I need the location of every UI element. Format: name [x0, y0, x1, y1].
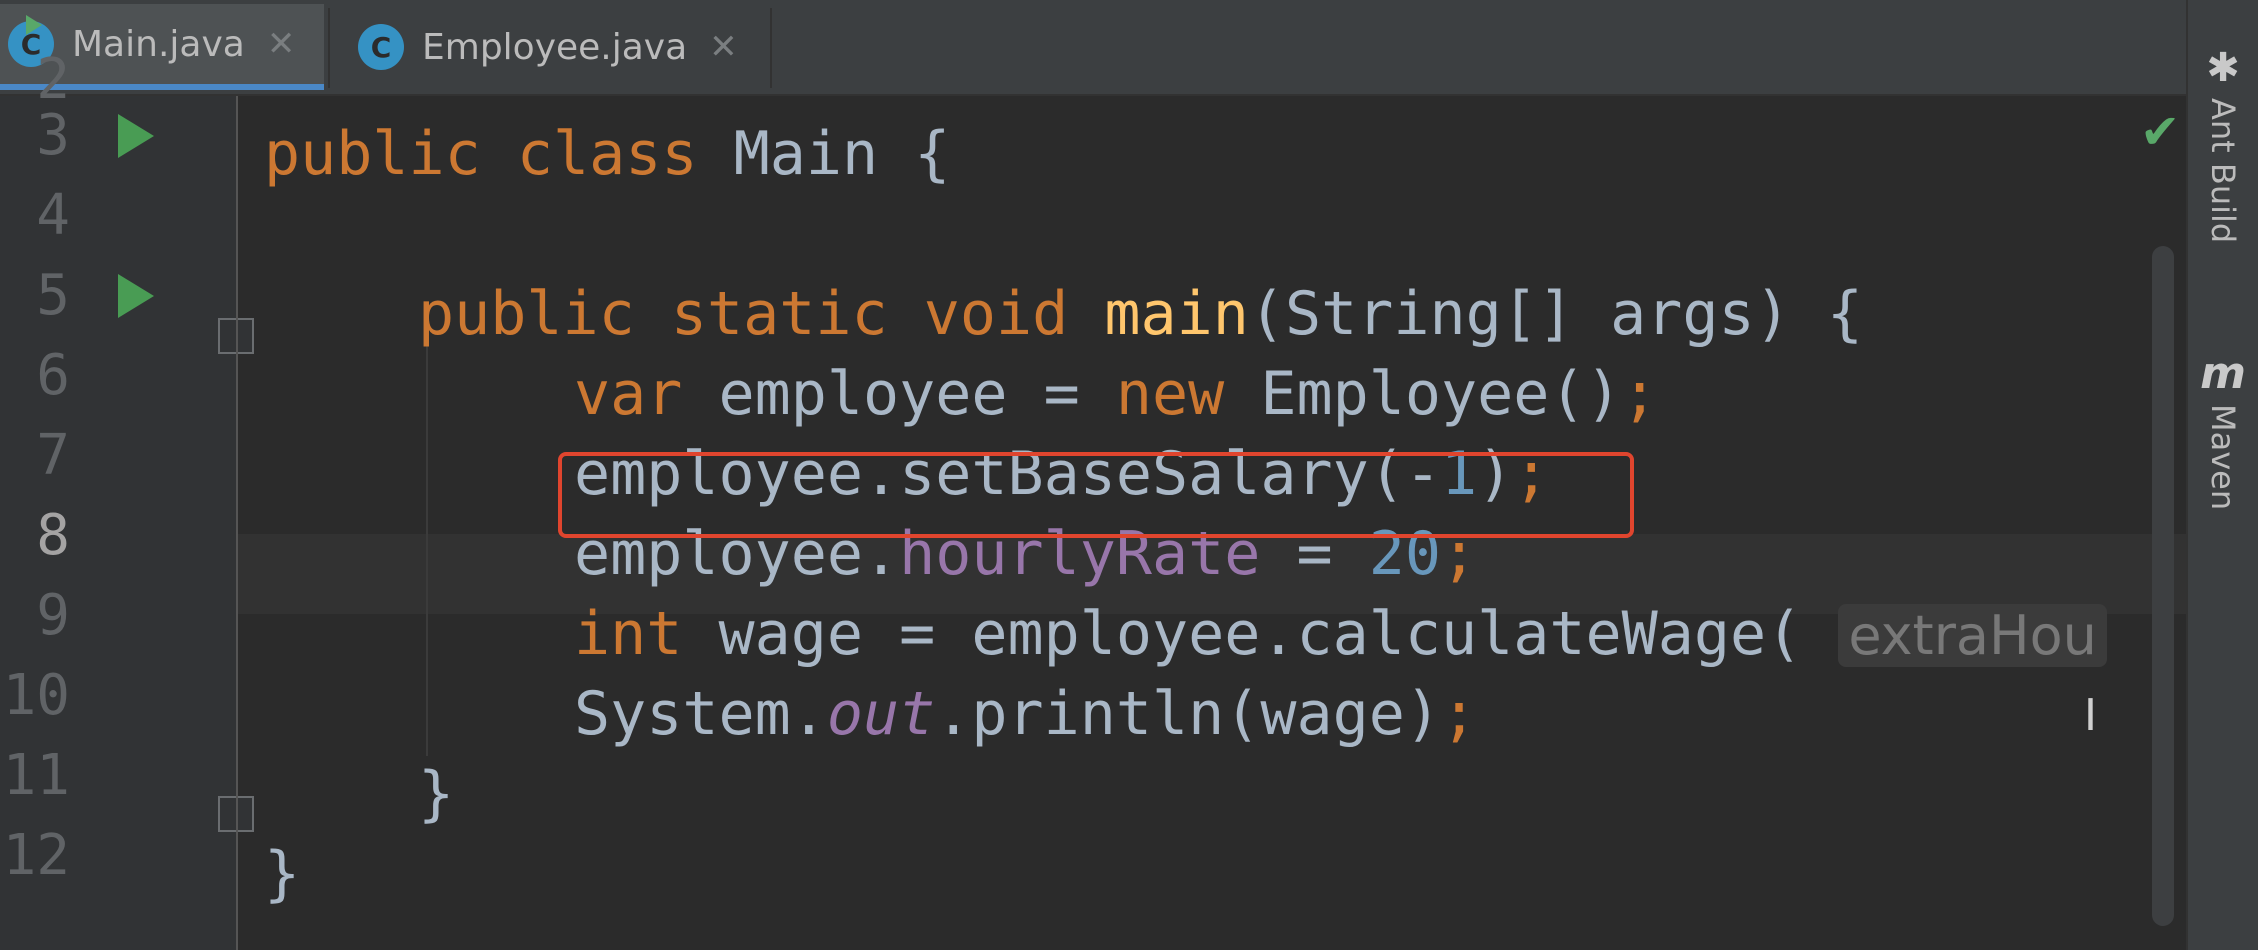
line-number: 9: [36, 583, 70, 648]
line-number: 11: [2, 743, 70, 808]
code-token: employee =: [718, 359, 1116, 429]
editor-tab-bar: C Main.java ✕ C Employee.java ✕: [0, 0, 2186, 96]
tab-divider: [328, 8, 330, 88]
analysis-ok-icon[interactable]: ✔: [2140, 104, 2180, 160]
close-icon[interactable]: ✕: [267, 24, 296, 64]
code-token: .println(wage): [935, 679, 1441, 749]
line-number: 12: [2, 823, 70, 888]
code-line-9: int wage = employee.calculateWage( extra…: [574, 594, 2107, 676]
line-number: 7: [36, 423, 70, 488]
close-icon[interactable]: ✕: [709, 27, 738, 67]
line-number: 6: [36, 343, 70, 408]
code-token: int: [574, 599, 719, 669]
code-token: System.: [574, 679, 827, 749]
vertical-scrollbar[interactable]: [2152, 246, 2174, 926]
line-number-current: 8: [36, 503, 70, 568]
code-token: Employee(): [1260, 359, 1622, 429]
code-token: }: [418, 759, 455, 829]
code-line-11: }: [418, 754, 454, 834]
code-token: main: [1104, 279, 1249, 349]
code-token: new: [1115, 359, 1261, 429]
code-token: wage = employee.calculateWage(: [718, 599, 1839, 669]
code-token: ;: [1440, 679, 1478, 749]
code-line-6: var employee = new Employee();: [574, 354, 1658, 434]
ant-icon: ✱: [2206, 45, 2240, 91]
maven-icon: m: [2200, 348, 2246, 399]
code-line-5: public static void main(String[] args) {: [418, 274, 1863, 354]
code-line-12: }: [264, 834, 300, 914]
code-line-10: System.out.println(wage);: [574, 674, 1477, 754]
run-badge-icon: [26, 15, 42, 35]
code-editor[interactable]: public class Main { public static void m…: [238, 96, 2186, 950]
annotation-highlight-box: [558, 452, 1634, 538]
run-class-icon[interactable]: [118, 114, 154, 158]
tab-employee-java[interactable]: C Employee.java ✕: [350, 4, 770, 90]
code-token: Main {: [733, 119, 951, 189]
line-number: 4: [36, 183, 70, 248]
ide-window: C Main.java ✕ C Employee.java ✕ 2 3 4 5 …: [0, 0, 2258, 950]
tool-label: Maven: [2204, 404, 2242, 511]
line-number: 5: [36, 263, 70, 328]
code-token: (String[] args) {: [1248, 279, 1863, 349]
java-class-icon: C: [358, 24, 404, 70]
editor-gutter: 2 3 4 5 6 7 8 9 10 11 12: [0, 47, 254, 950]
tab-label: Employee.java: [422, 26, 688, 68]
code-token: var: [574, 359, 719, 429]
run-main-icon[interactable]: [118, 274, 154, 318]
right-tool-strip: ✱ Ant Build m Maven: [2186, 0, 2258, 950]
indent-guide: [426, 316, 428, 756]
ant-build-tool-button[interactable]: ✱ Ant Build: [2188, 44, 2258, 243]
maven-tool-button[interactable]: m Maven: [2188, 348, 2258, 511]
code-token: public class: [264, 119, 734, 189]
tool-label: Ant Build: [2204, 98, 2242, 244]
code-token: public static void: [418, 279, 1105, 349]
text-cursor-icon: I: [2084, 690, 2097, 741]
tab-label: Main.java: [72, 23, 245, 65]
code-token: }: [264, 839, 301, 909]
line-number: 3: [36, 103, 70, 168]
line-number: 10: [2, 663, 70, 728]
code-line-3: public class Main {: [264, 114, 950, 194]
tab-divider: [770, 8, 772, 88]
parameter-hint: extraHou: [1838, 604, 2107, 667]
code-token: ;: [1621, 359, 1658, 429]
code-token: out: [826, 679, 936, 749]
